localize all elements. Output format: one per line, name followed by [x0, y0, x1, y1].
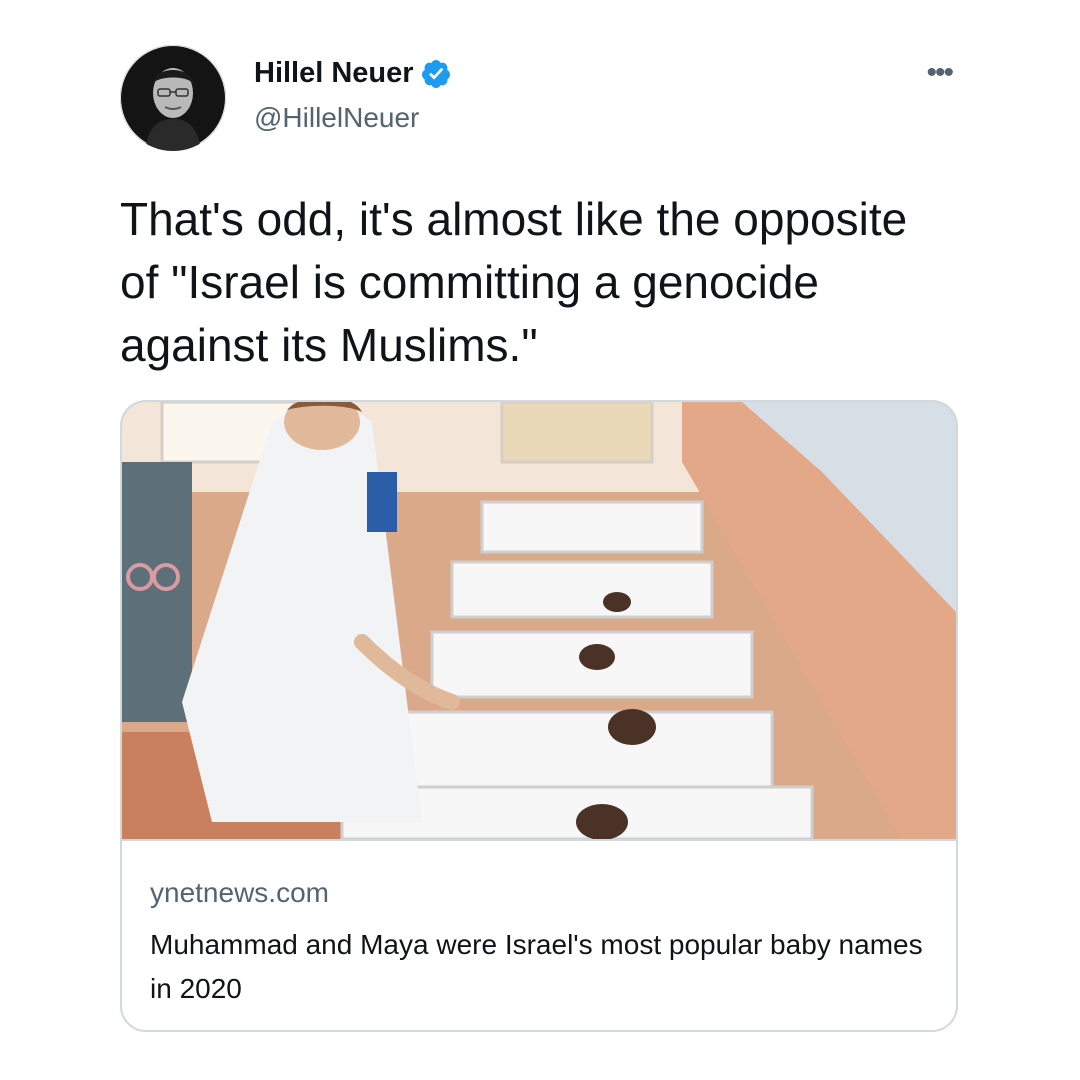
link-domain: ynetnews.com [150, 877, 329, 908]
author-handle[interactable]: @HillelNeuer [254, 102, 419, 134]
author-name-row: Hillel Neuer [254, 57, 452, 90]
nursery-photo-icon [122, 402, 956, 839]
tweet-header: Hillel Neuer @HillelNeuer ••• [120, 45, 960, 155]
tweet-text: That's odd, it's almost like the opposit… [120, 193, 908, 371]
link-card-meta: ynetnews.com Muhammad and Maya were Isra… [122, 839, 956, 1030]
profile-photo-icon [120, 45, 226, 151]
link-title: Muhammad and Maya were Israel's most pop… [150, 929, 923, 1004]
more-options-icon[interactable]: ••• [926, 58, 953, 88]
verified-badge-icon [421, 59, 450, 88]
avatar[interactable] [120, 45, 226, 151]
link-preview-card[interactable]: ynetnews.com Muhammad and Maya were Isra… [120, 400, 958, 1032]
author-name[interactable]: Hillel Neuer [254, 57, 414, 90]
